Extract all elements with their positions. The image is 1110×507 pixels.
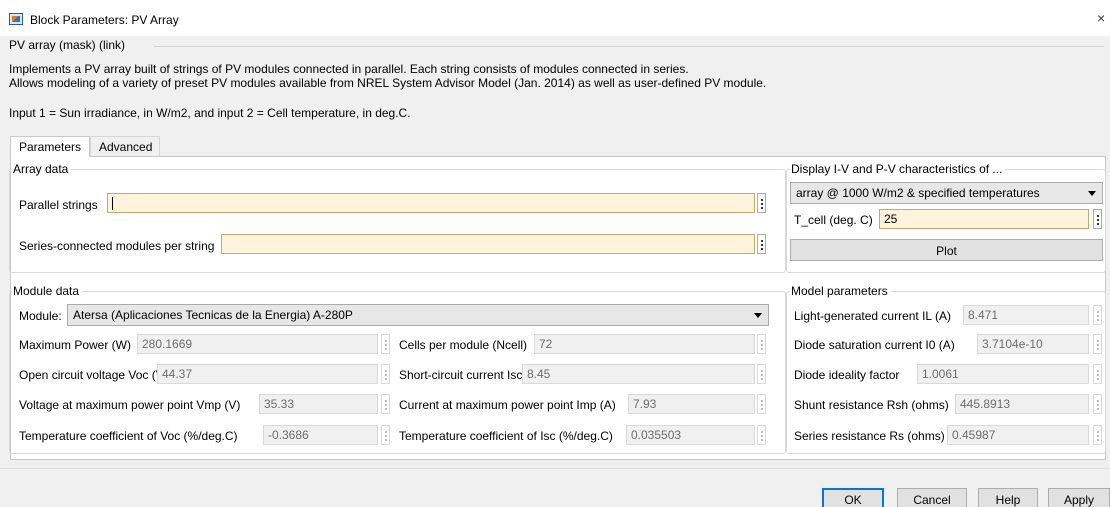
- rs-field: 0.45987: [947, 425, 1089, 445]
- temp-coef-isc-label: Temperature coefficient of Isc (%/deg.C): [399, 429, 613, 443]
- mask-title: PV array (mask) (link): [9, 38, 126, 52]
- ideality-more-icon: [1093, 364, 1102, 384]
- i0-more-icon: [1093, 334, 1102, 354]
- simulink-block-icon: [9, 13, 23, 25]
- module-data-legend: Module data: [12, 284, 83, 298]
- voc-field: 44.37: [157, 364, 378, 384]
- rs-more-icon: [1093, 425, 1102, 445]
- ncell-field: 72: [534, 334, 755, 354]
- il-label: Light-generated current IL (A): [794, 309, 951, 323]
- rsh-field: 445.8913: [955, 394, 1089, 414]
- vmp-field: 35.33: [259, 394, 378, 414]
- help-button[interactable]: Help: [978, 488, 1038, 507]
- series-modules-more-icon[interactable]: [757, 234, 766, 254]
- display-legend: Display I-V and P-V characteristics of .…: [790, 162, 1006, 176]
- tcell-input[interactable]: 25: [879, 209, 1089, 229]
- close-icon[interactable]: ×: [1097, 10, 1105, 26]
- il-field: 8.471: [963, 305, 1089, 325]
- temp-coef-voc-label: Temperature coefficient of Voc (%/deg.C): [19, 429, 238, 443]
- max-power-field: 280.1669: [137, 334, 378, 354]
- title-bar: Block Parameters: PV Array ×: [0, 0, 1110, 36]
- isc-more-icon: [757, 364, 766, 384]
- vmp-more-icon: [381, 394, 390, 414]
- module-label: Module:: [19, 309, 62, 323]
- rs-label: Series resistance Rs (ohms): [794, 429, 945, 443]
- temp-coef-isc-more-icon: [757, 425, 766, 445]
- mask-description-line1: Implements a PV array built of strings o…: [9, 62, 689, 76]
- temp-coef-isc-field: 0.035503: [626, 425, 755, 445]
- display-dropdown-value: array @ 1000 W/m2 & specified temperatur…: [796, 186, 1040, 200]
- il-more-icon: [1093, 305, 1102, 325]
- footer-divider: [0, 468, 1110, 469]
- module-dropdown-value: Atersa (Aplicaciones Tecnicas de la Ener…: [73, 308, 353, 322]
- series-modules-label: Series-connected modules per string: [19, 239, 215, 253]
- cancel-button[interactable]: Cancel: [897, 488, 967, 507]
- array-data-legend: Array data: [12, 162, 72, 176]
- array-data-group: [9, 169, 786, 273]
- rsh-more-icon: [1093, 394, 1102, 414]
- tcell-label: T_cell (deg. C): [794, 213, 873, 227]
- ideality-field: 1.0061: [917, 364, 1089, 384]
- vmp-label: Voltage at maximum power point Vmp (V): [19, 398, 241, 412]
- model-params-legend: Model parameters: [790, 284, 891, 298]
- mask-description-line2: Allows modeling of a variety of preset P…: [9, 76, 767, 90]
- ideality-label: Diode ideality factor: [794, 368, 900, 382]
- imp-more-icon: [757, 394, 766, 414]
- rsh-label: Shunt resistance Rsh (ohms): [794, 398, 949, 412]
- parallel-strings-input[interactable]: [107, 193, 755, 213]
- imp-field: 7.93: [628, 394, 755, 414]
- temp-coef-voc-field: -0.3686: [263, 425, 378, 445]
- tab-parameters[interactable]: Parameters: [10, 136, 91, 157]
- voc-more-icon: [381, 364, 390, 384]
- chevron-down-icon: [1088, 191, 1096, 196]
- mask-description-line3: Input 1 = Sun irradiance, in W/m2, and i…: [9, 106, 411, 120]
- i0-field: 3.7104e-10: [977, 334, 1089, 354]
- mask-divider: [154, 46, 1104, 47]
- max-power-more-icon: [381, 334, 390, 354]
- imp-label: Current at maximum power point Imp (A): [399, 398, 616, 412]
- parameters-panel: Array data Parallel strings Series-conne…: [9, 156, 1106, 460]
- parallel-strings-label: Parallel strings: [19, 198, 98, 212]
- temp-coef-voc-more-icon: [381, 425, 390, 445]
- voc-label: Open circuit voltage Voc (V): [19, 368, 168, 382]
- ncell-label: Cells per module (Ncell): [399, 338, 528, 352]
- chevron-down-icon: [754, 313, 762, 318]
- tab-advanced[interactable]: Advanced: [90, 136, 160, 156]
- max-power-label: Maximum Power (W): [19, 338, 132, 352]
- tcell-more-icon[interactable]: [1093, 209, 1102, 229]
- ok-button[interactable]: OK: [822, 488, 884, 507]
- series-modules-input[interactable]: [221, 234, 755, 254]
- display-dropdown[interactable]: array @ 1000 W/m2 & specified temperatur…: [790, 182, 1103, 204]
- i0-label: Diode saturation current I0 (A): [794, 338, 955, 352]
- isc-field: 8.45: [522, 364, 755, 384]
- parallel-strings-more-icon[interactable]: [757, 193, 766, 213]
- apply-button[interactable]: Apply: [1048, 488, 1110, 507]
- ncell-more-icon: [757, 334, 766, 354]
- module-dropdown[interactable]: Atersa (Aplicaciones Tecnicas de la Ener…: [67, 304, 769, 326]
- plot-button[interactable]: Plot: [790, 239, 1103, 261]
- isc-label: Short-circuit current Isc (A): [399, 368, 542, 382]
- window-title: Block Parameters: PV Array: [30, 13, 179, 27]
